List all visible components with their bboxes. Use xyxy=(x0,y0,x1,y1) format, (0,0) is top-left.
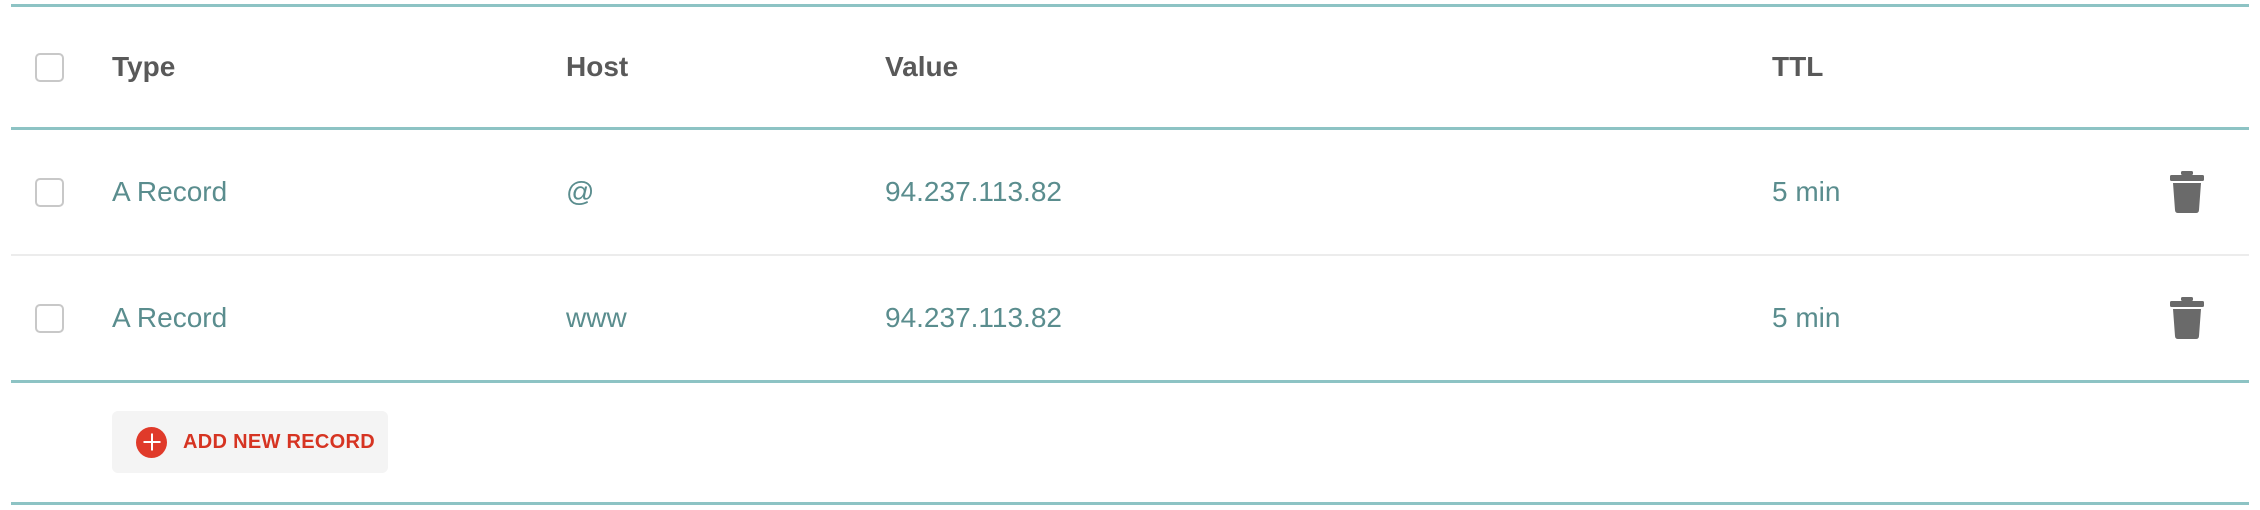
plus-circle-icon xyxy=(136,426,167,458)
column-header-ttl[interactable]: TTL xyxy=(1772,7,1823,127)
dns-records-table: Type Host Value TTL A Record @ 94.237.11… xyxy=(11,4,2249,505)
record-type[interactable]: A Record xyxy=(112,256,227,380)
table-bottom-rule xyxy=(11,502,2249,505)
column-header-value[interactable]: Value xyxy=(885,7,958,127)
record-value[interactable]: 94.237.113.82 xyxy=(885,130,1062,254)
record-ttl[interactable]: 5 min xyxy=(1772,256,1840,380)
table-row[interactable]: A Record www 94.237.113.82 5 min xyxy=(11,256,2249,380)
select-all-checkbox[interactable] xyxy=(35,52,64,82)
table-header-row: Type Host Value TTL xyxy=(11,7,2249,127)
record-value[interactable]: 94.237.113.82 xyxy=(885,256,1062,380)
record-host[interactable]: www xyxy=(566,256,627,380)
row-checkbox-cell xyxy=(35,256,64,380)
add-new-record-button[interactable]: ADD NEW RECORD xyxy=(112,411,388,473)
row-checkbox[interactable] xyxy=(35,303,64,333)
record-ttl[interactable]: 5 min xyxy=(1772,130,1840,254)
column-header-type[interactable]: Type xyxy=(112,7,175,127)
column-header-host[interactable]: Host xyxy=(566,7,628,127)
delete-record-button[interactable] xyxy=(2170,130,2204,254)
row-checkbox[interactable] xyxy=(35,177,64,207)
table-footer: ADD NEW RECORD xyxy=(11,383,2249,502)
trash-icon[interactable] xyxy=(2170,297,2204,339)
header-checkbox-cell xyxy=(35,7,64,127)
row-checkbox-cell xyxy=(35,130,64,254)
record-type[interactable]: A Record xyxy=(112,130,227,254)
delete-record-button[interactable] xyxy=(2170,256,2204,380)
table-row[interactable]: A Record @ 94.237.113.82 5 min xyxy=(11,130,2249,254)
trash-icon[interactable] xyxy=(2170,171,2204,213)
add-new-record-label: ADD NEW RECORD xyxy=(183,430,375,453)
record-host[interactable]: @ xyxy=(566,130,594,254)
